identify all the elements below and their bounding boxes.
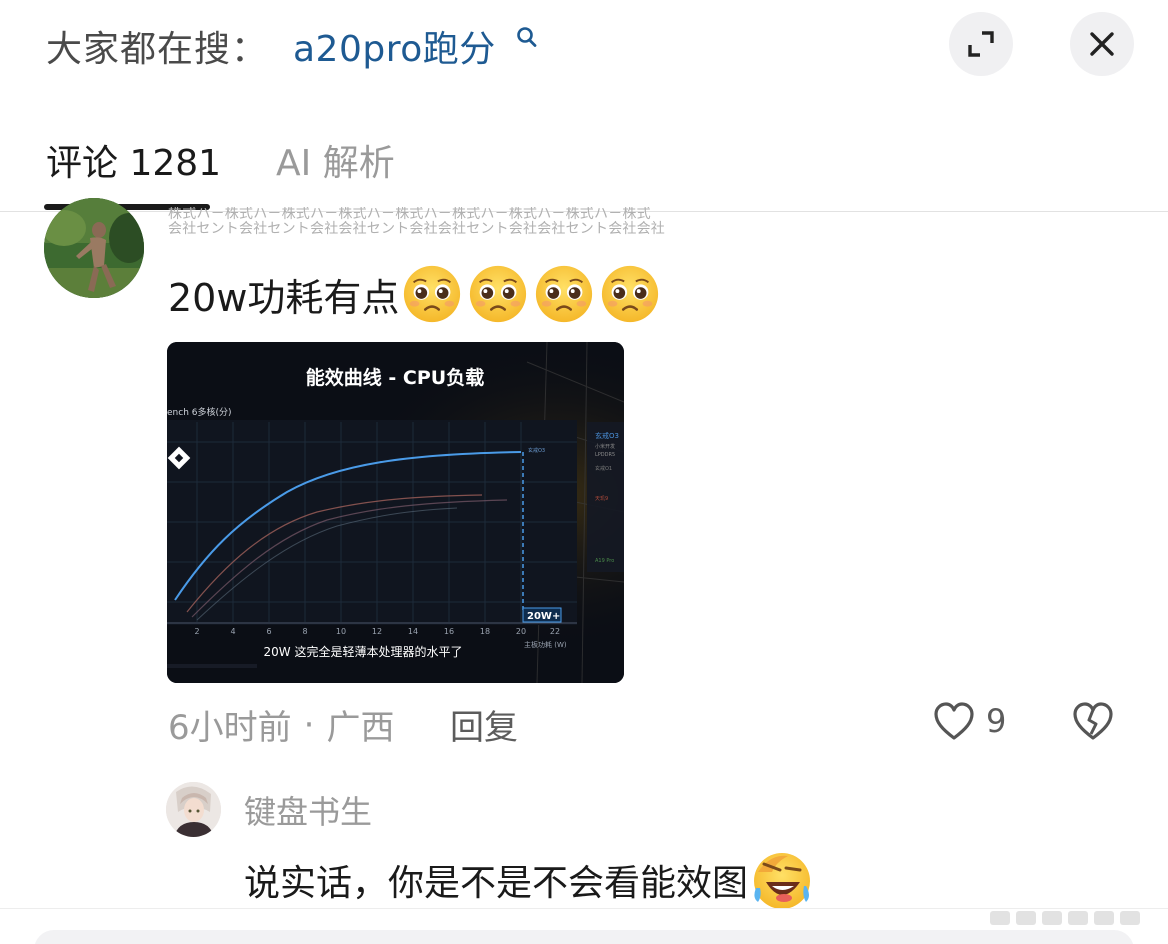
chart-title: 能效曲线 - CPU负载: [306, 366, 484, 389]
pleading-face-icon: [470, 265, 527, 323]
x-tick: 2: [194, 627, 199, 636]
comment-location: 广西: [326, 708, 395, 748]
like-icon[interactable]: [932, 700, 976, 744]
comment-input-bar[interactable]: [34, 930, 1134, 944]
tab-bar: 评论 1281 AI 解析: [0, 120, 1168, 212]
reply-avatar-image: [166, 782, 221, 837]
x-tick: 4: [230, 627, 235, 636]
x-tick: 20: [516, 627, 526, 636]
marker-label: 20W+: [527, 611, 560, 622]
avatar-image: [44, 198, 144, 298]
right-panel-label: 天玑9: [595, 496, 608, 502]
x-tick: 12: [372, 627, 382, 636]
tab-ai-analysis[interactable]: AI 解析: [276, 134, 395, 186]
reply-username[interactable]: 键盘书生: [244, 787, 372, 833]
close-icon: [1090, 32, 1114, 56]
x-tick: 22: [550, 627, 560, 636]
search-bar: 大家都在搜： a20pro跑分: [0, 0, 1168, 95]
x-tick: 14: [408, 627, 418, 636]
search-query-link[interactable]: a20pro跑分: [293, 20, 496, 72]
platform-watermark-icon: [990, 911, 1140, 925]
close-button[interactable]: [1070, 12, 1134, 76]
pleading-face-icon: [404, 265, 461, 323]
comment-body: 20w功耗有点: [168, 263, 661, 325]
right-panel-label: A19 Pro: [595, 558, 614, 564]
pleading-face-icon: [602, 265, 659, 323]
like-count: 9: [986, 702, 1007, 740]
right-panel-label: LPDDR5: [595, 452, 615, 458]
x-tick: 18: [480, 627, 490, 636]
tab-comments[interactable]: 评论 1281: [46, 134, 221, 186]
x-tick: 8: [302, 627, 307, 636]
x-axis-label: 主板功耗 (W): [524, 640, 567, 649]
reply-body: 说实话，你是不是不会看能效图: [244, 848, 814, 912]
series-label: 玄戒O3: [528, 447, 545, 454]
right-panel-label: 玄戒O3: [595, 431, 619, 440]
watermark-line-2: 会社セント会社セント会社会社セント会社会社セント会社会社セント会社会社: [168, 221, 665, 237]
watermark-line-1: 株式ハ－株式ハ－株式ハ－株式ハ－株式ハ－株式ハ－株式ハ－株式ハ－株式: [168, 207, 651, 222]
x-tick: 10: [336, 627, 346, 636]
comment-time: 6小时前: [168, 708, 292, 748]
dislike-icon[interactable]: [1071, 700, 1115, 744]
right-panel-label: 玄戒O1: [595, 465, 612, 472]
right-panel-label: 小米开发: [595, 443, 615, 450]
emoji-row: [401, 263, 661, 325]
watermark-text: 株式ハ－株式ハ－株式ハ－株式ハ－株式ハ－株式ハ－株式ハ－株式ハ－株式 会社セント…: [168, 207, 832, 237]
chart-screenshot: 玄戒O3 小米开发 LPDDR5 玄戒O1 天玑9 A19 Pro 能效曲线 -…: [167, 342, 624, 683]
reply-button[interactable]: 回复: [450, 700, 518, 749]
video-caption: 20W 这完全是轻薄本处理器的水平了: [264, 644, 463, 659]
laughing-face-icon: [754, 853, 811, 909]
avatar[interactable]: [44, 198, 144, 298]
x-tick: 16: [444, 627, 454, 636]
x-tick: 6: [266, 627, 271, 636]
reply-text: 说实话，你是不是不会看能效图: [244, 863, 749, 904]
expand-button[interactable]: [949, 12, 1013, 76]
search-prefix: 大家都在搜：: [46, 29, 269, 70]
pleading-face-icon: [536, 265, 593, 323]
comment-meta: 6小时前 · 广西: [168, 700, 394, 749]
meta-separator: ·: [303, 704, 315, 745]
search-icon[interactable]: [514, 25, 540, 51]
expand-icon: [968, 31, 994, 57]
comment-image[interactable]: 玄戒O3 小米开发 LPDDR5 玄戒O1 天玑9 A19 Pro 能效曲线 -…: [167, 342, 624, 683]
comment-text: 20w功耗有点: [168, 275, 400, 320]
y-axis-label: ench 6多核(分): [167, 406, 232, 418]
reply-avatar[interactable]: [166, 782, 221, 837]
